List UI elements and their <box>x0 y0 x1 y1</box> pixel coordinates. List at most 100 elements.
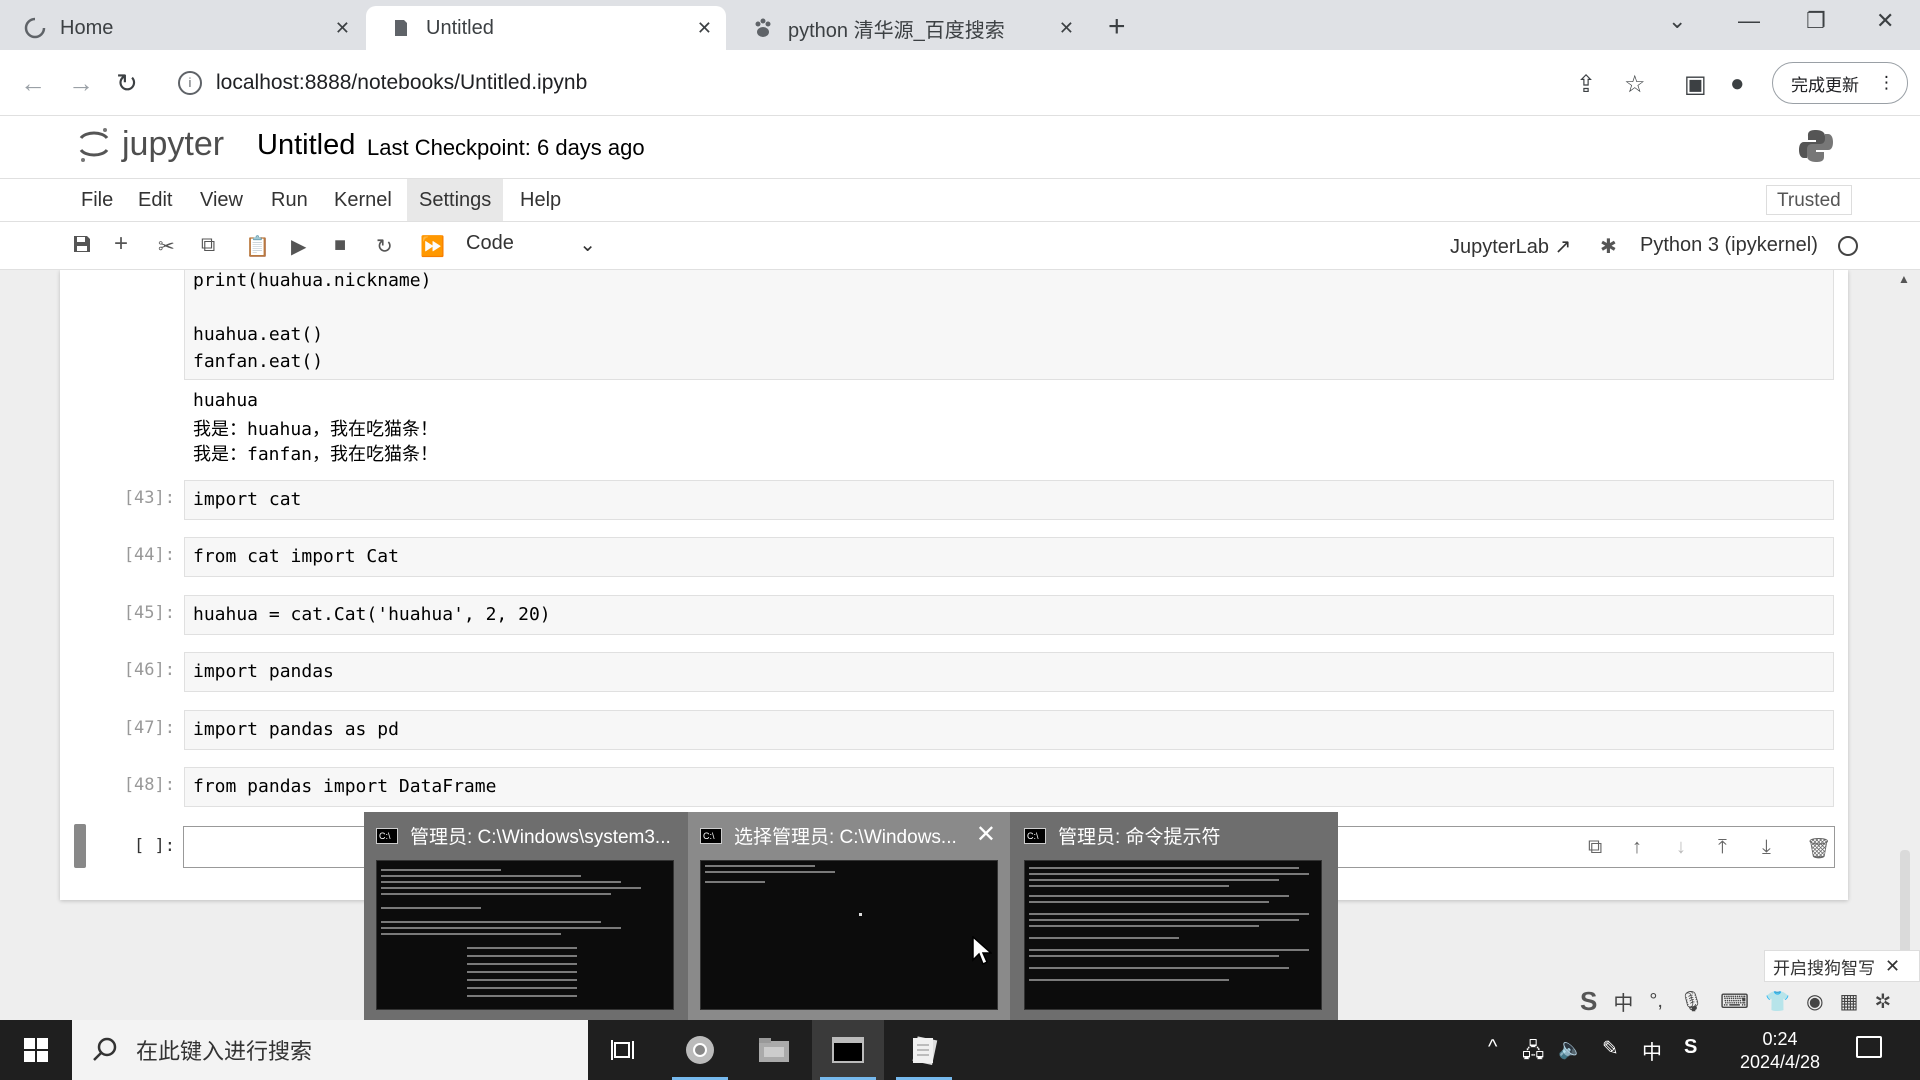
share-icon[interactable]: ⇪ <box>1576 70 1596 99</box>
show-hidden-icons-chevron-icon[interactable]: ^ <box>1488 1036 1497 1059</box>
window-preview-title: C:\ 管理员: 命令提示符 <box>1024 822 1221 849</box>
scroll-up-arrow-icon[interactable]: ▲ <box>1898 272 1910 286</box>
restart-kernel-icon[interactable]: ↻ <box>376 234 393 259</box>
debugger-bug-icon[interactable]: ✱ <box>1600 234 1617 259</box>
duplicate-cell-icon[interactable]: ⧉ <box>1588 836 1602 859</box>
delete-cell-icon[interactable]: 🗑 <box>1806 836 1831 861</box>
skin-icon[interactable]: 👕 <box>1765 989 1790 1014</box>
stop-icon[interactable]: ■ <box>334 234 346 257</box>
notebook-title[interactable]: Untitled <box>257 129 355 162</box>
cell-prompt: [45]: <box>123 603 175 623</box>
tab-baidu-search[interactable]: python 清华源_百度搜索 ✕ <box>728 6 1088 50</box>
input-method-indicator[interactable]: 中 <box>1642 1036 1662 1065</box>
run-icon[interactable]: ▶ <box>291 234 306 259</box>
notification-center-icon[interactable] <box>1856 1036 1882 1058</box>
notepad-taskbar-icon[interactable] <box>888 1020 960 1080</box>
code-cell-input[interactable]: huahua = cat.Cat('huahua', 2, 20) <box>184 595 1834 635</box>
window-preview[interactable]: C:\ 选择管理员: C:\Windows... ✕ <box>688 812 1010 1020</box>
update-button[interactable]: 完成更新 ⋮ <box>1772 62 1908 104</box>
menu-settings[interactable]: Settings <box>407 179 504 221</box>
close-icon[interactable]: ✕ <box>697 18 712 39</box>
pen-icon[interactable]: ✎ <box>1602 1036 1619 1061</box>
jupyter-logo[interactable]: jupyter <box>78 124 224 164</box>
settings-icon[interactable]: ✲ <box>1874 989 1891 1014</box>
sogou-tray-icon[interactable]: S <box>1684 1036 1697 1059</box>
close-icon[interactable]: ✕ <box>976 820 996 849</box>
menu-edit[interactable]: Edit <box>126 179 184 221</box>
copy-icon[interactable]: ⧉ <box>201 234 215 257</box>
sogou-smart-writing-popup[interactable]: 开启搜狗智写 ✕ <box>1764 950 1920 982</box>
back-arrow-icon[interactable]: ← <box>20 68 46 99</box>
site-info-icon[interactable]: i <box>178 71 202 95</box>
browser-toolbar: ← → ↻ i localhost:8888/notebooks/Untitle… <box>0 50 1920 116</box>
game-icon[interactable]: ◉ <box>1806 989 1823 1014</box>
minimize-icon[interactable]: — <box>1738 8 1760 34</box>
tab-home[interactable]: Home ✕ <box>0 6 364 50</box>
bookmark-star-icon[interactable]: ☆ <box>1624 70 1646 99</box>
code-cell-input[interactable] <box>184 270 1834 380</box>
volume-muted-icon[interactable]: 🔈 <box>1558 1036 1583 1061</box>
task-view-icon[interactable] <box>588 1020 660 1080</box>
tab-untitled[interactable]: Untitled ✕ <box>366 6 726 50</box>
cell-type-value: Code <box>466 232 514 254</box>
kernel-name[interactable]: Python 3 (ipykernel) <box>1640 234 1818 257</box>
cell-prompt: [44]: <box>123 545 175 565</box>
code-cell-input[interactable]: import cat <box>184 480 1834 520</box>
chrome-taskbar-icon[interactable] <box>664 1020 736 1080</box>
menu-run[interactable]: Run <box>259 179 320 221</box>
thumbnail-text-line <box>705 881 765 883</box>
close-icon[interactable]: ✕ <box>1059 18 1074 39</box>
move-up-icon[interactable]: ↑ <box>1632 836 1642 859</box>
file-explorer-icon[interactable] <box>738 1020 810 1080</box>
keyboard-icon[interactable]: ⌨ <box>1720 989 1749 1014</box>
tab-search-chevron-icon[interactable]: ⌄ <box>1668 8 1686 34</box>
window-close-icon[interactable]: ✕ <box>1876 8 1894 34</box>
ime-mode[interactable]: 中 <box>1613 987 1633 1016</box>
command-prompt-taskbar-icon[interactable] <box>812 1020 884 1080</box>
sogou-logo-icon[interactable]: S <box>1580 986 1597 1017</box>
close-icon[interactable]: ✕ <box>1885 956 1900 977</box>
move-down-icon[interactable]: ↓ <box>1676 836 1686 859</box>
insert-below-icon[interactable]: ⤓ <box>1762 836 1771 859</box>
punctuation-icon[interactable]: °, <box>1649 990 1663 1013</box>
system-clock[interactable]: 0:24 2024/4/28 <box>1720 1028 1840 1074</box>
window-preview[interactable]: C:\ 管理员: C:\Windows\system3... <box>364 812 686 1020</box>
paste-icon[interactable]: 📋 <box>245 234 270 259</box>
address-bar[interactable]: i localhost:8888/notebooks/Untitled.ipyn… <box>168 60 1568 106</box>
code-cell-input[interactable]: import pandas <box>184 652 1834 692</box>
menu-file[interactable]: File <box>69 179 125 221</box>
toolbox-icon[interactable]: ▦ <box>1840 989 1859 1014</box>
restore-icon[interactable]: ❐ <box>1806 8 1826 34</box>
cut-icon[interactable]: ✂ <box>158 234 175 259</box>
window-preview[interactable]: C:\ 管理员: 命令提示符 <box>1012 812 1334 1020</box>
scrollbar[interactable]: ▲ <box>1896 270 1916 1020</box>
trusted-indicator[interactable]: Trusted <box>1766 185 1852 215</box>
microphone-icon[interactable]: 🎙 <box>1679 989 1704 1014</box>
profile-avatar-icon[interactable]: ● <box>1730 70 1745 98</box>
forward-arrow-icon[interactable]: → <box>68 68 94 99</box>
code-cell-input[interactable]: import pandas as pd <box>184 710 1834 750</box>
jupyterlab-link[interactable]: JupyterLab ↗ <box>1450 234 1571 259</box>
network-icon[interactable]: 🖧 <box>1522 1036 1544 1070</box>
taskbar-search-box[interactable]: 在此键入进行搜索 <box>72 1020 588 1080</box>
side-panel-icon[interactable]: ▣ <box>1684 70 1707 99</box>
add-cell-icon[interactable]: + <box>114 230 128 258</box>
new-tab-button[interactable]: + <box>1108 10 1126 44</box>
code-cell-input[interactable]: from pandas import DataFrame <box>184 767 1834 807</box>
cell-prompt: [47]: <box>123 718 175 738</box>
kebab-menu-icon[interactable]: ⋮ <box>1878 73 1895 93</box>
insert-above-icon[interactable]: ⤒ <box>1718 836 1727 859</box>
search-placeholder: 在此键入进行搜索 <box>136 1039 313 1064</box>
close-icon[interactable]: ✕ <box>335 18 350 39</box>
menu-kernel[interactable]: Kernel <box>322 179 404 221</box>
url-text[interactable]: localhost:8888/notebooks/Untitled.ipynb <box>216 71 587 95</box>
menu-help[interactable]: Help <box>508 179 573 221</box>
cell-type-select[interactable]: Code ⌄ <box>466 232 596 256</box>
code-cell-input[interactable]: from cat import Cat <box>184 537 1834 577</box>
menu-view[interactable]: View <box>188 179 255 221</box>
restart-run-all-icon[interactable]: ⏩ <box>420 234 445 259</box>
save-icon[interactable] <box>72 234 92 260</box>
reload-icon[interactable]: ↻ <box>116 68 138 99</box>
active-cell-indicator <box>74 824 86 868</box>
windows-start-icon[interactable] <box>0 1020 72 1080</box>
